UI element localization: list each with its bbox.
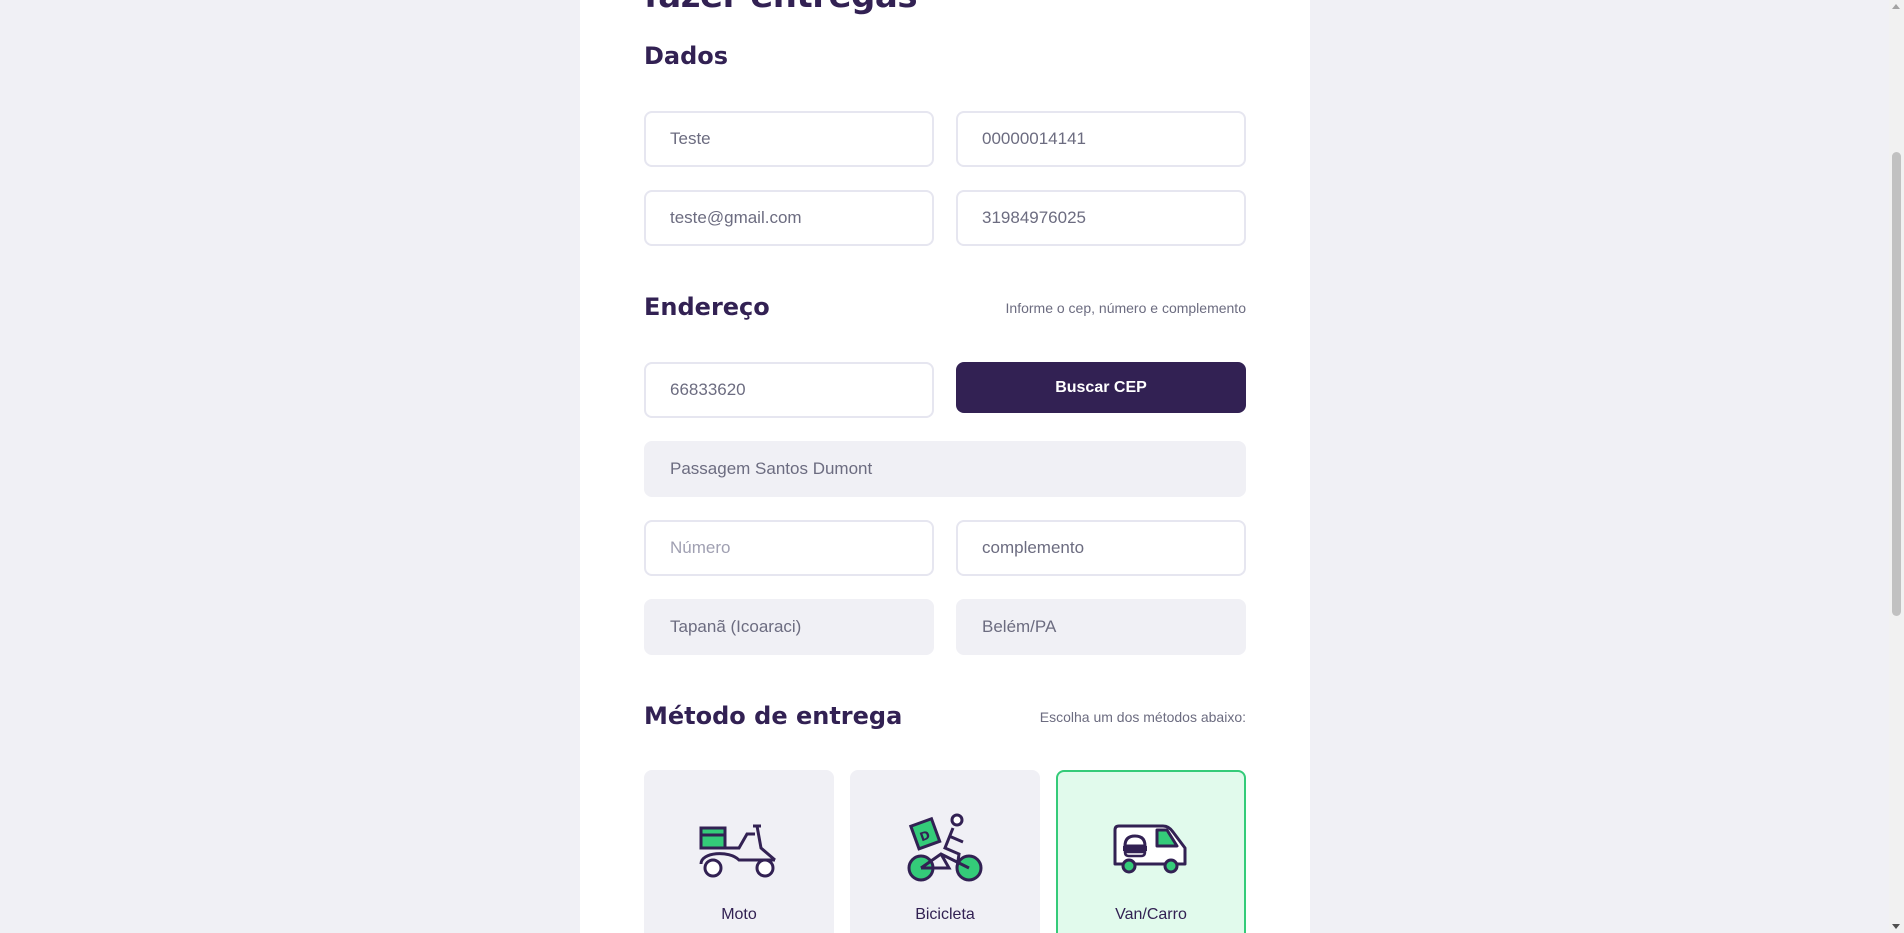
scroll-thumb[interactable] <box>1892 152 1901 616</box>
endereco-hint: Informe o cep, número e complemento <box>1005 300 1246 316</box>
bicycle-icon: D <box>905 812 985 882</box>
document-input[interactable] <box>956 111 1246 167</box>
method-label: Van/Carro <box>1115 906 1187 923</box>
method-label: Moto <box>721 906 757 923</box>
method-label: Bicicleta <box>915 906 975 923</box>
method-moto[interactable]: Moto <box>644 770 834 933</box>
van-icon <box>1111 812 1191 882</box>
number-input[interactable] <box>644 520 934 576</box>
form-card: fazer entregas Dados Endereço Informe o … <box>580 0 1310 933</box>
dados-legend: Dados <box>644 42 729 70</box>
metodo-legend: Método de entrega <box>644 702 903 730</box>
scooter-icon <box>699 812 779 882</box>
email-input[interactable] <box>644 190 934 246</box>
neighborhood-input <box>644 599 934 655</box>
city-input <box>956 599 1246 655</box>
vertical-scrollbar[interactable] <box>1889 0 1904 933</box>
page: fazer entregas Dados Endereço Informe o … <box>0 0 1904 933</box>
method-van-carro[interactable]: Van/Carro <box>1056 770 1246 933</box>
scroll-down-icon[interactable] <box>1892 924 1900 929</box>
name-input[interactable] <box>644 111 934 167</box>
metodo-hint: Escolha um dos métodos abaixo: <box>1039 709 1246 725</box>
form-title: fazer entregas <box>644 0 918 16</box>
endereco-legend: Endereço <box>644 293 770 321</box>
cep-input[interactable] <box>644 362 934 418</box>
street-input <box>644 441 1246 497</box>
search-cep-button[interactable]: Buscar CEP <box>956 362 1246 413</box>
complement-input[interactable] <box>956 520 1246 576</box>
scroll-up-icon[interactable] <box>1892 4 1900 9</box>
phone-input[interactable] <box>956 190 1246 246</box>
method-bicicleta[interactable]: D Bicicleta <box>850 770 1040 933</box>
